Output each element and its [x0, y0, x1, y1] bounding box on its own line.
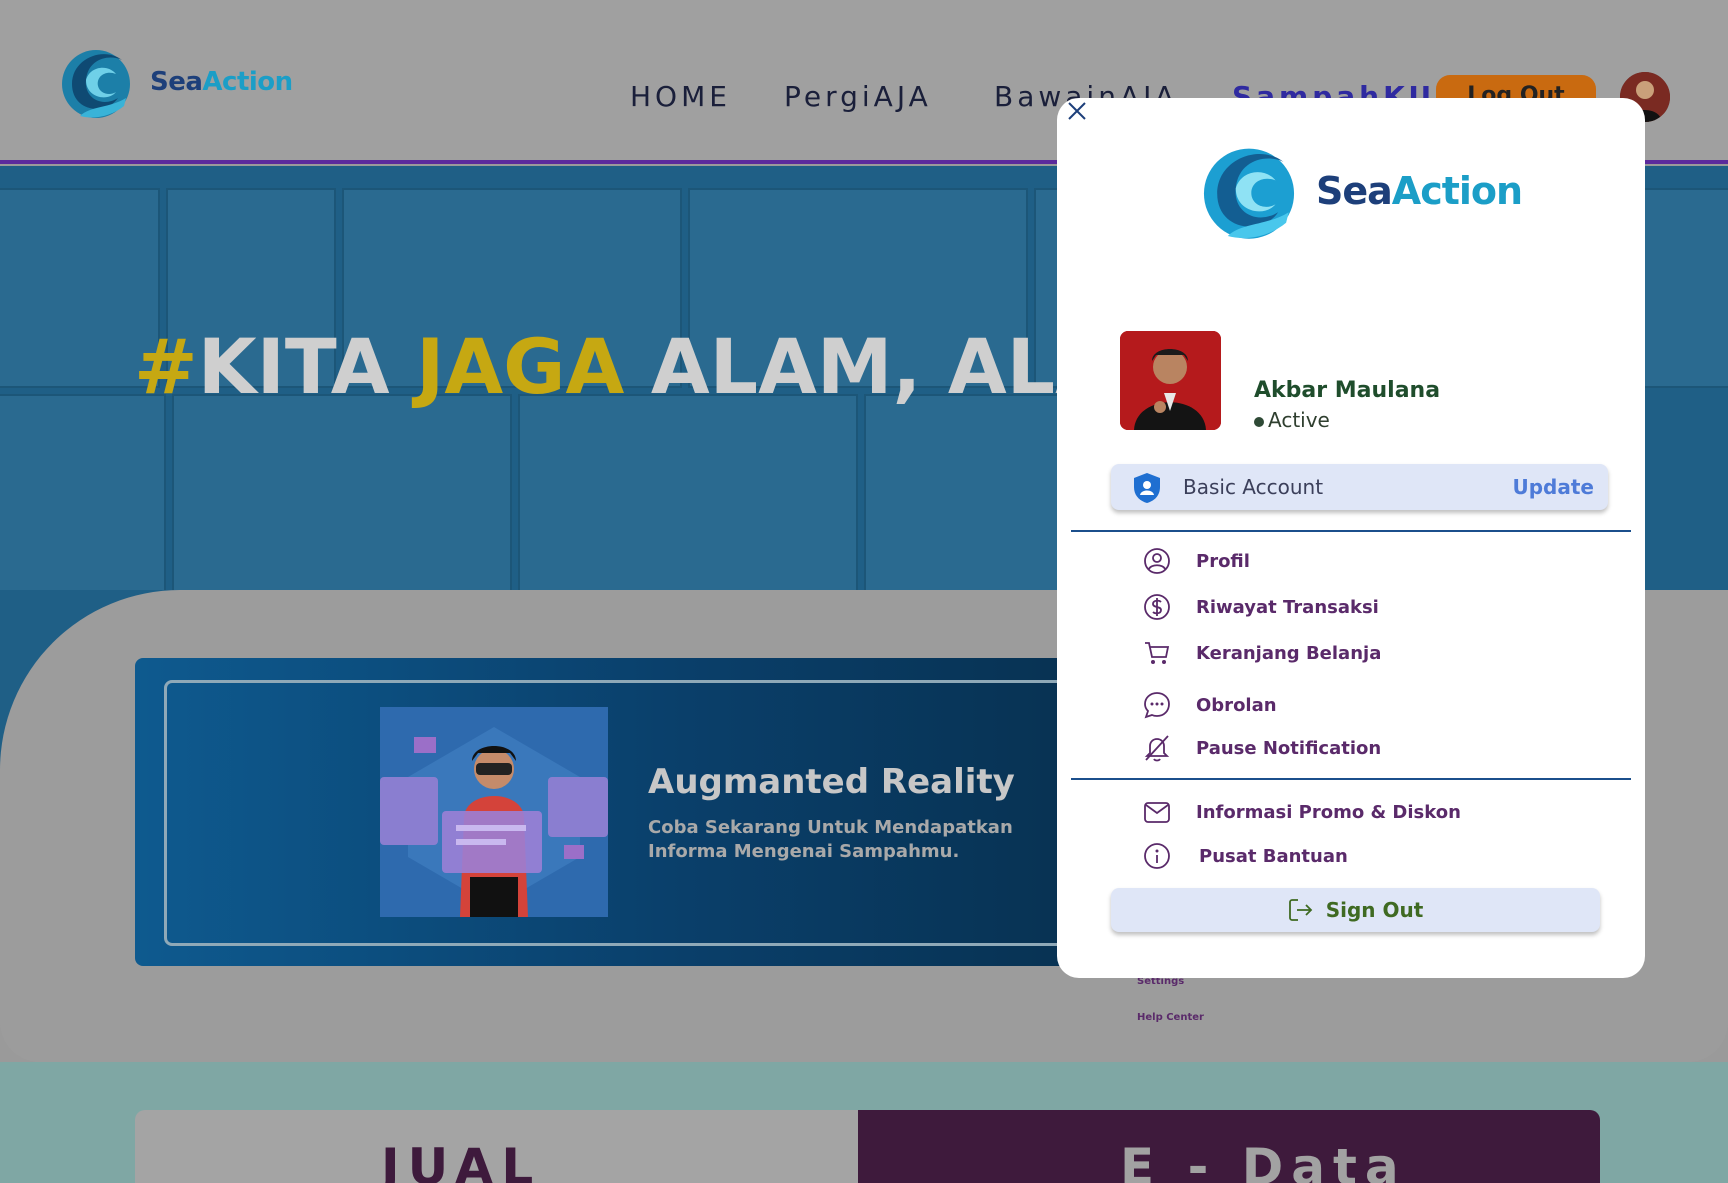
- nav-home[interactable]: HOME: [630, 80, 731, 113]
- chat-icon: [1144, 692, 1170, 719]
- edata-tab[interactable]: E - Data: [858, 1110, 1600, 1183]
- menu-item-keranjang-belanja[interactable]: Keranjang Belanja: [1142, 638, 1381, 668]
- menu-item-profil[interactable]: Profil: [1142, 546, 1250, 576]
- close-icon[interactable]: [1066, 100, 1088, 122]
- bell-off-icon: [1144, 735, 1170, 762]
- menu-item-obrolan[interactable]: Obrolan: [1142, 690, 1277, 720]
- menu-item-riwayat-transaksi[interactable]: Riwayat Transaksi: [1142, 592, 1379, 622]
- wave-logo-icon: [1203, 148, 1295, 239]
- dollar-circle-icon: [1144, 594, 1170, 620]
- ar-subtitle: Coba Sekarang Untuk Mendapatkan Informa …: [648, 817, 1013, 862]
- header-logo[interactable]: SeaAction: [56, 36, 293, 128]
- brand-wordmark: SeaAction: [150, 67, 293, 97]
- menu-item-pause-notification[interactable]: Pause Notification: [1142, 733, 1381, 763]
- account-bar: Basic Account Update: [1111, 464, 1608, 510]
- profile-photo: [1120, 331, 1221, 430]
- divider: [1071, 530, 1631, 532]
- info-icon: [1144, 843, 1170, 869]
- ar-title: Augmanted Reality: [648, 762, 1015, 802]
- sign-out-icon: [1288, 899, 1312, 921]
- update-button[interactable]: Update: [1513, 475, 1595, 499]
- wave-logo-icon: [62, 50, 130, 118]
- menu-item-pusat-bantuan[interactable]: Pusat Bantuan: [1142, 841, 1348, 871]
- user-circle-icon: [1144, 548, 1170, 574]
- brand-wordmark: SeaAction: [1316, 169, 1523, 213]
- status-dot-icon: [1254, 416, 1264, 427]
- jual-tab[interactable]: JUAL: [135, 1110, 859, 1183]
- hero-title: #KITA JAGA ALAM, ALA: [134, 322, 1114, 411]
- sign-out-button[interactable]: Sign Out: [1111, 888, 1600, 932]
- user-photo-icon: [1120, 331, 1221, 430]
- popup-logo: SeaAction: [1196, 128, 1526, 254]
- cart-icon: [1145, 642, 1170, 664]
- menu-item-informasi-promo[interactable]: Informasi Promo & Diskon: [1142, 797, 1461, 827]
- ar-illustration: [380, 707, 608, 917]
- nav-pergiaja[interactable]: PergiAJA: [784, 80, 932, 113]
- user-name: Akbar Maulana: [1254, 378, 1441, 403]
- user-status: Active: [1254, 408, 1330, 432]
- mail-icon: [1144, 802, 1170, 823]
- help-center-link[interactable]: Help Center: [1137, 1012, 1204, 1023]
- divider: [1071, 778, 1631, 780]
- account-type-label: Basic Account: [1183, 475, 1324, 499]
- shield-icon: [1134, 473, 1160, 503]
